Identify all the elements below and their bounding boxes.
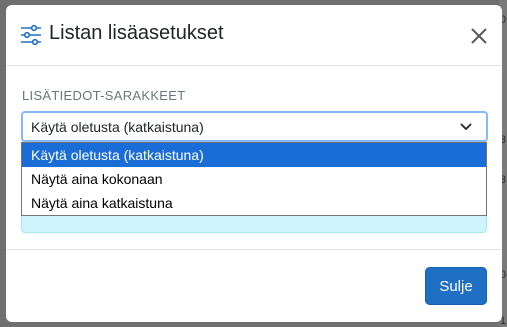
section-label: LISÄTIEDOT-SARAKKEET <box>22 88 186 103</box>
select-option[interactable]: Näytä aina katkaistuna <box>22 191 486 215</box>
sliders-icon <box>21 25 41 45</box>
select-value: Käytä oletusta (katkaistuna) <box>31 119 204 135</box>
modal-header: Listan lisäasetukset <box>6 5 502 66</box>
extra-columns-select[interactable]: Käytä oletusta (katkaistuna) <box>21 111 488 142</box>
footer-divider <box>6 249 502 250</box>
select-dropdown-list: Käytä oletusta (katkaistuna) Näytä aina … <box>21 142 487 216</box>
close-icon[interactable] <box>466 23 492 49</box>
close-button[interactable]: Sulje <box>425 267 487 305</box>
modal-title: Listan lisäasetukset <box>49 22 224 44</box>
select-option[interactable]: Käytä oletusta (katkaistuna) <box>22 143 486 167</box>
chevron-down-icon <box>460 123 472 131</box>
list-settings-modal: Listan lisäasetukset LISÄTIEDOT-SARAKKEE… <box>6 5 502 322</box>
select-option[interactable]: Näytä aina kokonaan <box>22 167 486 191</box>
